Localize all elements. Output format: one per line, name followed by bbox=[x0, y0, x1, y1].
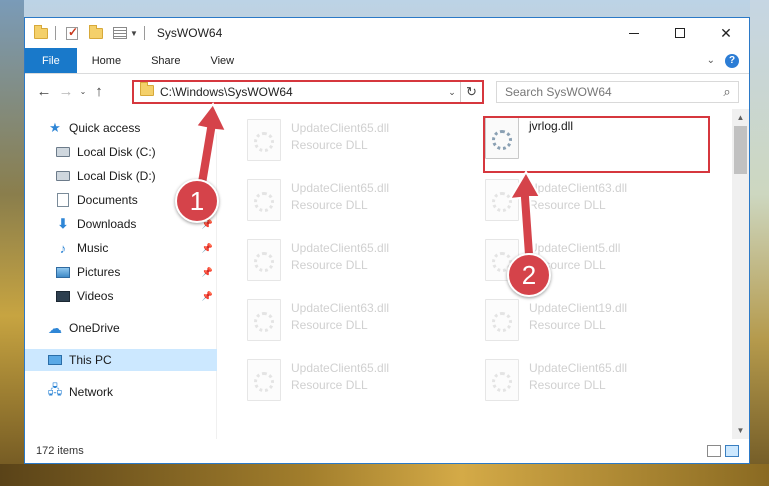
annotation-arrow-1 bbox=[194, 102, 228, 192]
annotation-badge-1: 1 bbox=[175, 179, 219, 223]
annotation-arrows bbox=[194, 102, 542, 257]
annotation-arrow-2 bbox=[508, 169, 542, 257]
annotation-badge-2: 2 bbox=[507, 253, 551, 297]
